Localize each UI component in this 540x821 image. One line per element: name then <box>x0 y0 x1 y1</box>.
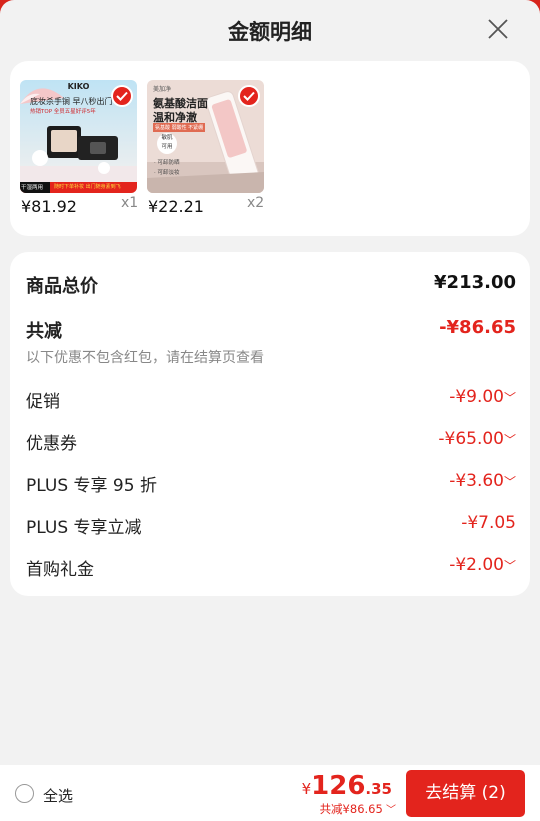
discount-label: 首购礼金 <box>26 560 94 580</box>
image-badge: 敏肌 可用 <box>157 133 177 154</box>
product-price: ¥81.92 <box>21 197 77 216</box>
chevron-down-icon[interactable]: ﹀ <box>504 389 516 406</box>
close-icon[interactable] <box>486 17 510 41</box>
image-brand: 美加净 <box>153 86 172 93</box>
total-price-value: ¥213.00 <box>434 272 516 293</box>
total-decimal: .35 <box>365 780 392 798</box>
discount-amount: -¥65.00 <box>438 429 504 449</box>
item-check-icon[interactable] <box>238 85 260 107</box>
price-summary-card: 商品总价 ¥213.00 共减 -¥86.65 以下优惠不包含红包，请在结算页查… <box>10 252 530 596</box>
discount-value: -¥7.05 <box>461 513 516 533</box>
checkout-bar: 全选 ¥126.35 共减¥86.65 ﹀ 去结算 (2) <box>0 765 540 821</box>
chevron-down-icon[interactable]: ﹀ <box>504 473 516 490</box>
product-qty: x1 <box>121 195 139 211</box>
reduce-summary-text: 共减¥86.65 <box>319 802 383 816</box>
discount-label: PLUS 专享立减 <box>26 518 142 538</box>
image-badge-line-2: 可用 <box>161 144 173 150</box>
total-reduce-label: 共减 <box>26 321 62 342</box>
discount-amount: -¥2.00 <box>449 555 504 575</box>
chevron-down-icon: ﹀ <box>382 805 396 816</box>
discount-label: PLUS 专享 95 折 <box>26 476 157 496</box>
image-sub: 热销TOP 全员五星好评5年 <box>30 109 96 115</box>
total-reduce-row: 共减 -¥86.65 <box>26 314 516 342</box>
discount-value: -¥3.60﹀ <box>449 471 516 491</box>
image-headline: 底妆杀手锏 早八秒出门 <box>30 97 113 106</box>
total-reduce-value: -¥86.65 <box>439 317 516 338</box>
product-qty: x2 <box>247 195 265 211</box>
discount-note: 以下优惠不包含红包，请在结算页查看 <box>26 350 264 366</box>
discount-amount: -¥3.60 <box>449 471 504 491</box>
discount-row-first-buy[interactable]: 首购礼金 -¥2.00﹀ <box>26 552 516 580</box>
total-integer: 126 <box>311 771 366 801</box>
discount-row-coupon[interactable]: 优惠券 -¥65.00﹀ <box>26 426 516 454</box>
reduce-summary[interactable]: 共减¥86.65 ﹀ <box>320 801 396 817</box>
discount-label: 优惠券 <box>26 434 77 454</box>
product-price: ¥22.21 <box>148 197 204 216</box>
product-image[interactable]: 美加净 氨基酸洁面 温和净澈 氨基酸 弱酸性 不紧绷 敏肌 可用 · 可卸防晒 … <box>147 80 264 193</box>
image-badge-line-1: 敏肌 <box>161 135 173 141</box>
page-title: 金额明细 <box>228 20 312 44</box>
discount-value: -¥2.00﹀ <box>449 555 516 575</box>
product-image[interactable]: KIKO 底妆杀手锏 早八秒出门 热销TOP 全员五星好评5年 干湿两用 随时下… <box>20 80 137 193</box>
product-list-card: KIKO 底妆杀手锏 早八秒出门 热销TOP 全员五星好评5年 干湿两用 随时下… <box>10 61 530 236</box>
select-all-radio-icon[interactable] <box>15 784 34 803</box>
item-check-icon[interactable] <box>111 85 133 107</box>
discount-amount: -¥9.00 <box>449 387 504 407</box>
currency-symbol: ¥ <box>301 780 312 798</box>
image-tag: 氨基酸 弱酸性 不紧绷 <box>153 123 206 132</box>
total-price-label: 商品总价 <box>26 276 98 297</box>
amount-detail-sheet: 金额明细 KIKO 底妆杀手锏 早八秒出门 热销TOP 全员五星好评5年 干湿两… <box>0 0 540 821</box>
image-bullet-2: · 可卸淡妆 <box>154 170 180 176</box>
discount-row-plus-reduce: PLUS 专享立减 -¥7.05 <box>26 510 516 538</box>
checkout-button[interactable]: 去结算 (2) <box>406 770 525 817</box>
discount-value: -¥65.00﹀ <box>438 429 516 449</box>
discount-row-plus-95[interactable]: PLUS 专享 95 折 -¥3.60﹀ <box>26 468 516 496</box>
image-footer: 干湿两用 <box>21 185 44 191</box>
select-all-label[interactable]: 全选 <box>43 785 73 806</box>
chevron-down-icon[interactable]: ﹀ <box>504 557 516 574</box>
total-price-row: 商品总价 ¥213.00 <box>26 269 516 297</box>
image-bullet-1: · 可卸防晒 <box>154 160 180 166</box>
image-footer2: 随时下单补妆 出门随身素到飞 <box>54 184 121 190</box>
total-amount: ¥126.35 <box>302 771 392 801</box>
discount-label: 促销 <box>26 392 60 412</box>
discount-value: -¥9.00﹀ <box>449 387 516 407</box>
discount-row-promotion[interactable]: 促销 -¥9.00﹀ <box>26 384 516 412</box>
sheet-header: 金额明细 <box>0 0 540 60</box>
chevron-down-icon[interactable]: ﹀ <box>504 431 516 448</box>
discount-amount: -¥7.05 <box>461 513 516 533</box>
